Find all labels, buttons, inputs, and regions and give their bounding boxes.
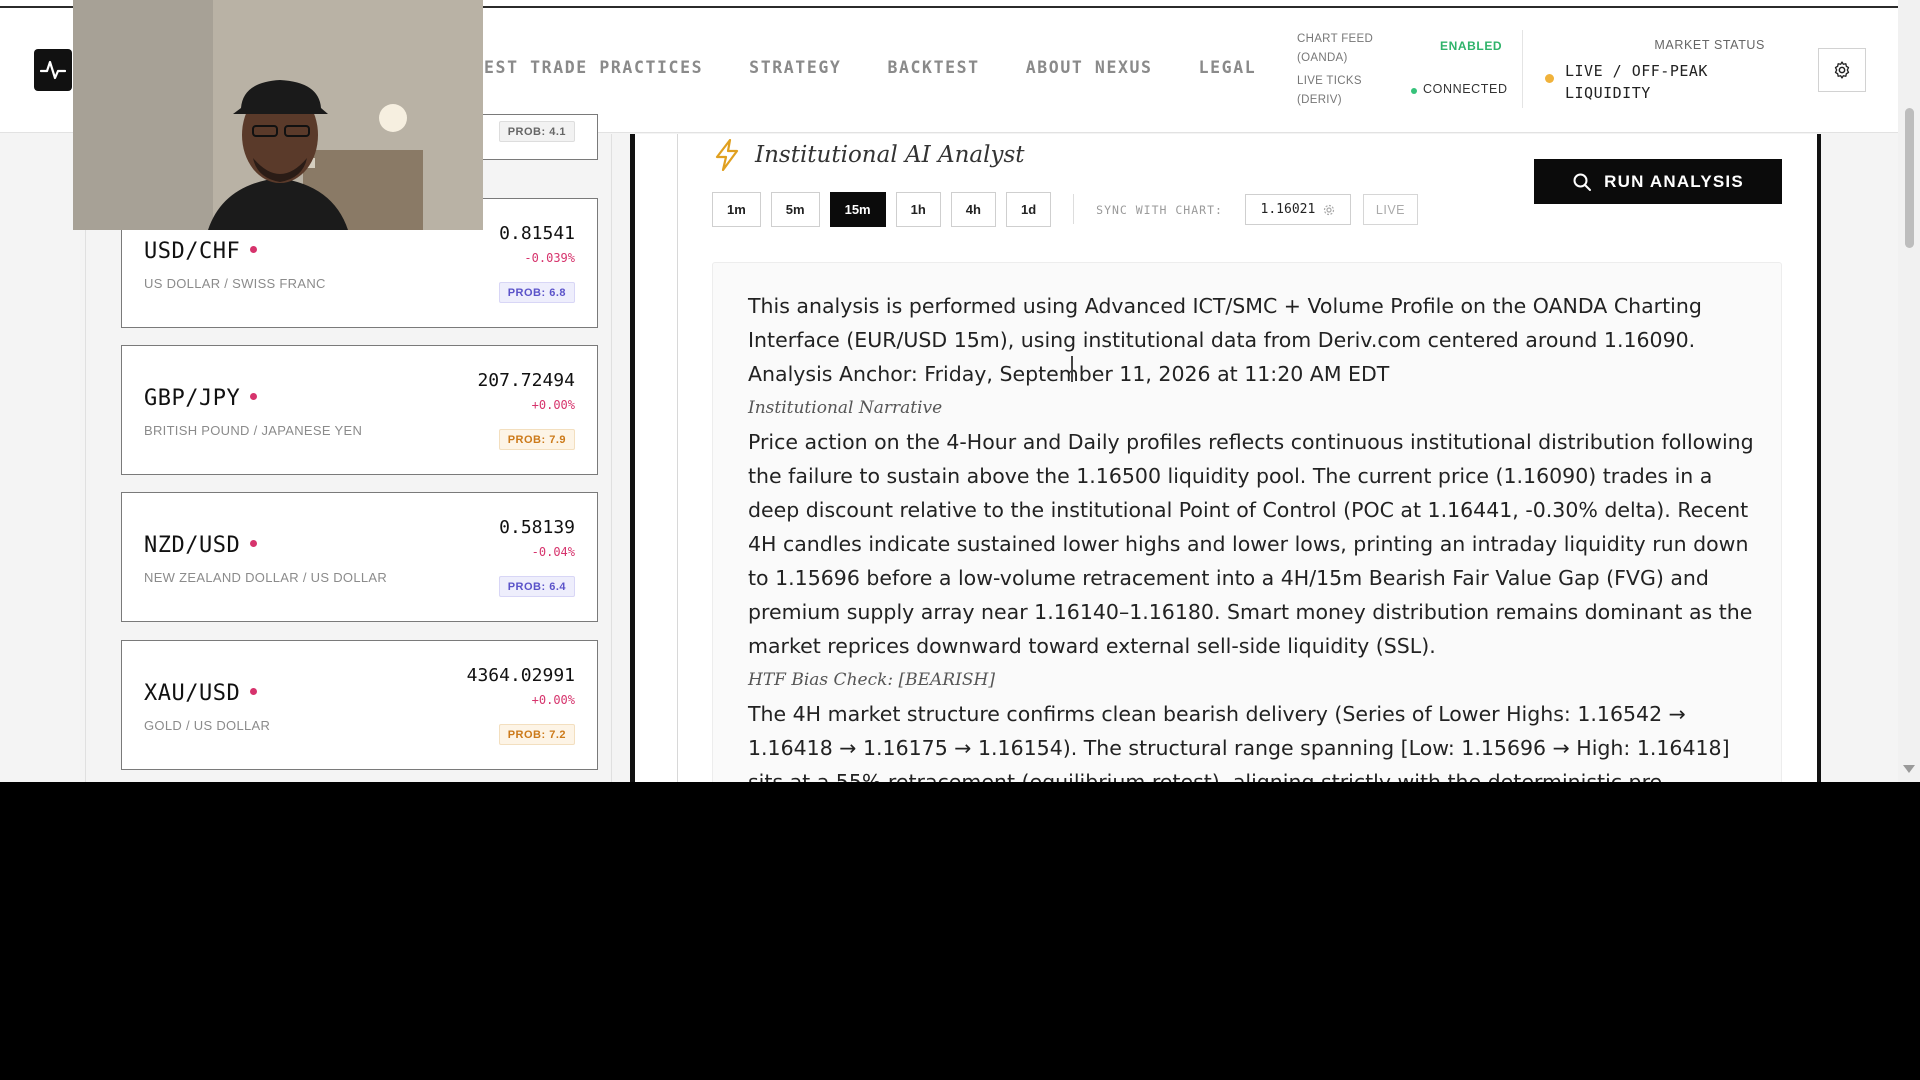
analyst-title: Institutional AI Analyst xyxy=(755,142,1025,168)
timeframe-separator xyxy=(1073,194,1075,224)
pair-name: NZD/USD xyxy=(144,533,258,558)
main-nav: EST TRADE PRACTICES STRATEGY BACKTEST AB… xyxy=(484,58,1256,77)
settings-button[interactable] xyxy=(1818,48,1866,92)
pair-change: -0.04% xyxy=(531,545,575,559)
live-ticks-status: CONNECTED xyxy=(1423,82,1508,96)
activity-pulse-icon[interactable] xyxy=(34,49,72,91)
app-viewport: EST TRADE PRACTICES STRATEGY BACKTEST AB… xyxy=(0,0,1920,782)
market-status-panel: MARKET STATUS LIVE / OFF-PEAK LIQUIDITY xyxy=(1545,38,1765,108)
prob-badge: PROB: 6.8 xyxy=(498,282,575,303)
pairs-sidebar: PROB: 4.1 USD/CHF US DOLLAR / SWISS FRAN… xyxy=(85,114,612,782)
pair-status-dot-icon xyxy=(250,245,258,253)
presenter-video-frame xyxy=(73,0,483,230)
header-divider xyxy=(1522,30,1523,108)
pair-name: USD/CHF xyxy=(144,239,258,264)
pair-price: 0.81541 xyxy=(499,223,575,244)
pair-change: -0.039% xyxy=(524,251,575,265)
text-cursor xyxy=(1071,356,1073,382)
live-ticks-label: LIVE TICKS xyxy=(1297,75,1362,87)
analysis-truncated-line: sits at a 55% retracement (equilibrium r… xyxy=(748,770,1670,782)
market-status-line-1: LIVE / OFF-PEAK xyxy=(1565,62,1708,80)
feed-status-panel: CHART FEED (OANDA) ENABLED LIVE TICKS (D… xyxy=(1297,30,1527,110)
pair-status-dot-icon xyxy=(250,392,258,400)
pair-name: GBP/JPY xyxy=(144,386,258,411)
chart-feed-source: (OANDA) xyxy=(1297,52,1348,64)
pair-change: +0.00% xyxy=(531,398,575,412)
prob-badge: PROB: 7.2 xyxy=(498,724,575,745)
pair-card-xau-usd[interactable]: XAU/USD GOLD / US DOLLAR 4364.02991 +0.0… xyxy=(121,640,598,770)
market-status-label: MARKET STATUS xyxy=(1654,38,1765,52)
chart-feed-status: ENABLED xyxy=(1440,39,1503,53)
section-heading-htf-bias: HTF Bias Check: [BEARISH] xyxy=(748,670,995,690)
run-analysis-button[interactable]: RUN ANALYSIS xyxy=(1534,159,1782,204)
gear-icon xyxy=(1834,61,1850,79)
sync-price-value: 1.16021 xyxy=(1260,202,1316,217)
sync-price-field[interactable]: 1.16021 xyxy=(1244,194,1351,225)
gear-icon xyxy=(1324,204,1335,215)
prob-badge: PROB: 6.4 xyxy=(498,576,575,597)
pair-description: NEW ZEALAND DOLLAR / US DOLLAR xyxy=(144,570,388,585)
nav-backtest[interactable]: BACKTEST xyxy=(887,58,979,77)
panel-right-divider xyxy=(1817,134,1821,782)
timeframe-selector: 1m 5m 15m 1h 4h 1d SYNC WITH CHART: 1.16… xyxy=(712,192,1419,227)
analysis-intro: This analysis is performed using Advance… xyxy=(748,294,1702,386)
nav-strategy[interactable]: STRATEGY xyxy=(749,58,841,77)
pair-symbol: XAU/USD xyxy=(144,681,241,706)
timeframe-1h[interactable]: 1h xyxy=(895,192,941,227)
nav-legal[interactable]: LEGAL xyxy=(1199,58,1257,77)
pair-description: GOLD / US DOLLAR xyxy=(144,718,271,733)
connected-dot-icon xyxy=(1411,88,1417,94)
lightning-bolt-icon xyxy=(715,139,739,171)
nav-best-trade-practices[interactable]: EST TRADE PRACTICES xyxy=(484,58,703,77)
sync-label: SYNC WITH CHART: xyxy=(1096,202,1223,217)
pair-change: +0.00% xyxy=(531,693,575,707)
scroll-down-arrow-icon[interactable] xyxy=(1903,765,1915,773)
webcam-overlay xyxy=(73,0,483,230)
live-button[interactable]: LIVE xyxy=(1362,194,1419,225)
run-analysis-label: RUN ANALYSIS xyxy=(1604,171,1744,191)
market-status-dot-icon xyxy=(1545,74,1554,83)
pair-description: US DOLLAR / SWISS FRANC xyxy=(144,276,326,291)
chart-feed-label: CHART FEED xyxy=(1297,33,1374,45)
prob-badge: PROB: 4.1 xyxy=(498,121,575,142)
panel-inner-border xyxy=(677,134,678,782)
pair-name: XAU/USD xyxy=(144,681,258,706)
search-icon xyxy=(1573,173,1592,191)
nav-about-nexus[interactable]: ABOUT NEXUS xyxy=(1026,58,1153,77)
market-status-line-2: LIQUIDITY xyxy=(1565,84,1651,102)
pair-price: 0.58139 xyxy=(499,517,575,538)
analysis-htf-bias: The 4H market structure confirms clean b… xyxy=(748,702,1730,760)
pair-status-dot-icon xyxy=(250,539,258,547)
pair-symbol: NZD/USD xyxy=(144,533,241,558)
pair-status-dot-icon xyxy=(250,687,258,695)
analysis-content: This analysis is performed using Advance… xyxy=(748,289,1758,782)
scrollbar-thumb[interactable] xyxy=(1905,108,1914,248)
pair-price: 207.72494 xyxy=(477,370,575,391)
pair-card-gbp-jpy[interactable]: GBP/JPY BRITISH POUND / JAPANESE YEN 207… xyxy=(121,345,598,475)
analyst-header: Institutional AI Analyst xyxy=(713,139,1025,171)
timeframe-5m[interactable]: 5m xyxy=(770,192,820,227)
analysis-output: This analysis is performed using Advance… xyxy=(712,262,1782,782)
pair-card-nzd-usd[interactable]: NZD/USD NEW ZEALAND DOLLAR / US DOLLAR 0… xyxy=(121,492,598,622)
timeframe-4h[interactable]: 4h xyxy=(950,192,996,227)
pair-symbol: USD/CHF xyxy=(144,239,241,264)
timeframe-15m[interactable]: 15m xyxy=(829,192,886,227)
analysis-narrative: Price action on the 4-Hour and Daily pro… xyxy=(748,430,1754,658)
pair-symbol: GBP/JPY xyxy=(144,386,241,411)
prob-badge: PROB: 7.9 xyxy=(498,429,575,450)
timeframe-1m[interactable]: 1m xyxy=(712,192,761,227)
pair-price: 4364.02991 xyxy=(466,665,575,686)
timeframe-1d[interactable]: 1d xyxy=(1005,192,1052,227)
page-scrollbar[interactable] xyxy=(1898,0,1920,782)
section-heading-narrative: Institutional Narrative xyxy=(748,398,943,418)
analyst-panel: Institutional AI Analyst RUN ANALYSIS 1m… xyxy=(635,134,1818,782)
live-ticks-source: (DERIV) xyxy=(1297,94,1342,106)
market-status-value: LIVE / OFF-PEAK LIQUIDITY xyxy=(1565,60,1708,104)
pair-description: BRITISH POUND / JAPANESE YEN xyxy=(144,423,363,438)
